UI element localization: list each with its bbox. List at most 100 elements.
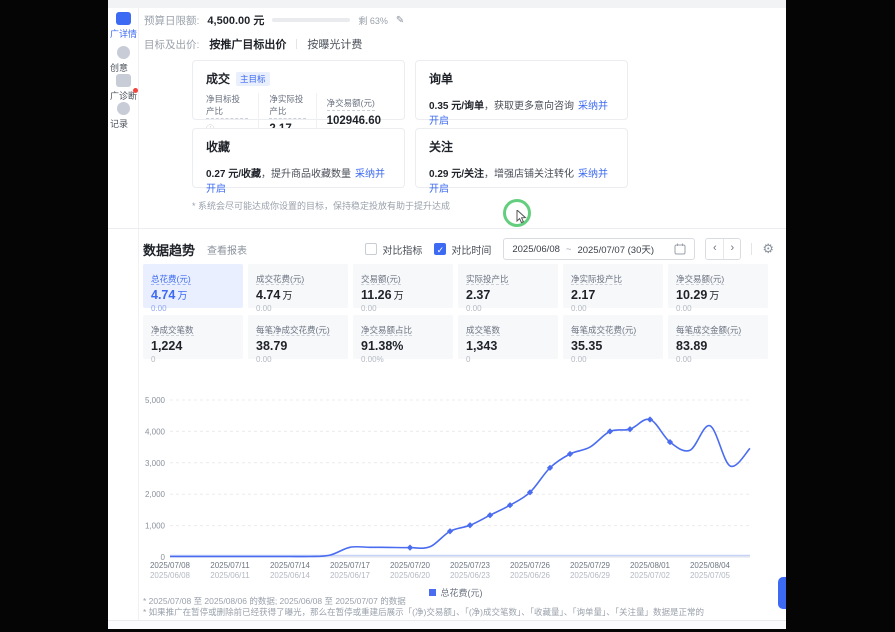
goal-card-title: 关注: [429, 138, 453, 155]
svg-text:2025/07/02: 2025/07/02: [630, 571, 671, 580]
svg-text:2025/07/14: 2025/07/14: [270, 561, 311, 570]
goal-card-follow[interactable]: 关注 0.29 元/关注，增强店铺关注转化采纳并开启: [415, 128, 628, 188]
detail-icon: [116, 12, 131, 25]
svg-text:2025/07/26: 2025/07/26: [510, 561, 551, 570]
compare-time-checkbox[interactable]: ✓ 对比时间: [434, 242, 491, 257]
footnotes: * 2025/07/08 至 2025/08/06 的数据; 2025/06/0…: [143, 596, 704, 618]
svg-text:2025/08/01: 2025/08/01: [630, 561, 671, 570]
metric-card-amount-per-order[interactable]: 每笔成交金额(元) 83.89 0.00: [668, 315, 768, 359]
notification-dot: [133, 88, 138, 93]
svg-text:1,000: 1,000: [145, 522, 166, 531]
metric-card-net-roi[interactable]: 净实际投产比 2.17 0.00: [563, 264, 663, 308]
collapsed-side-handle[interactable]: [778, 577, 786, 609]
metric-card-net-cost-per-order[interactable]: 每笔净成交花费(元) 38.79 0.00: [248, 315, 348, 359]
click-indicator-ring: [503, 199, 531, 227]
top-strip: [108, 0, 786, 8]
calendar-icon: [674, 243, 686, 255]
tab-divider: [296, 39, 297, 49]
view-report-link[interactable]: 查看报表: [207, 242, 247, 257]
goal-cards-grid: 成交 主目标 净目标投产比ⓘ 2.45 ✎ 净实际投产比 2.17 净交易额(元…: [192, 60, 628, 188]
diagnosis-icon: [116, 74, 131, 87]
screen: 广详情 创意 广诊断 记录 预算日限额: 4,500.00 元 剩 63% ✎: [0, 0, 895, 632]
section-divider: [108, 228, 786, 229]
svg-text:2025/06/14: 2025/06/14: [270, 571, 311, 580]
goal-card-title: 成交: [206, 70, 230, 87]
date-nav-buttons: ‹ ›: [705, 238, 741, 260]
date-range-input[interactable]: 2025/06/08 ~ 2025/07/07 (30天): [503, 238, 695, 260]
metric-card-net-gmv-ratio[interactable]: 净交易额占比 91.38% 0.00%: [353, 315, 453, 359]
toolbar-divider: [751, 243, 752, 255]
metric-card-gmv[interactable]: 交易额(元) 11.26万 0.00: [353, 264, 453, 308]
goal-note: * 系统会尽可能达成你设置的目标，保持稳定投放有助于提升达成: [192, 199, 450, 212]
svg-text:2025/06/08: 2025/06/08: [150, 571, 191, 580]
checkbox-checked-icon[interactable]: ✓: [434, 243, 446, 255]
svg-text:2025/06/26: 2025/06/26: [510, 571, 551, 580]
metric-card-total-spend[interactable]: 总花费(元) 4.74万 0.00: [143, 264, 243, 308]
trend-title: 数据趋势: [143, 240, 195, 259]
metric-card-orders[interactable]: 成交笔数 1,343 0: [458, 315, 558, 359]
metric-card-roi[interactable]: 实际投产比 2.37 0.00: [458, 264, 558, 308]
edit-budget-icon[interactable]: ✎: [396, 15, 404, 26]
budget-value: 4,500.00 元: [207, 12, 264, 28]
primary-goal-badge: 主目标: [236, 72, 270, 86]
goal-card-title: 询单: [429, 70, 453, 87]
sidebar-item-diagnosis[interactable]: 广诊断: [108, 74, 139, 102]
bidding-row: 目标及出价: 按推广目标出价 按曝光计费: [144, 36, 362, 52]
svg-text:2025/07/05: 2025/07/05: [690, 571, 731, 580]
legend-swatch: [429, 589, 436, 596]
budget-label: 预算日限额:: [144, 13, 199, 28]
svg-text:2025/07/23: 2025/07/23: [450, 561, 491, 570]
sidebar-item-label: 广详情: [108, 27, 139, 40]
prev-period-button[interactable]: ‹: [706, 239, 723, 259]
svg-text:4,000: 4,000: [145, 427, 166, 436]
goal-card-deal[interactable]: 成交 主目标 净目标投产比ⓘ 2.45 ✎ 净实际投产比 2.17 净交易额(元…: [192, 60, 405, 120]
tab-bid-by-exposure[interactable]: 按曝光计费: [307, 36, 362, 52]
svg-text:2025/07/20: 2025/07/20: [390, 561, 431, 570]
compare-metric-checkbox[interactable]: 对比指标: [365, 242, 422, 257]
trend-line-chart: 01,0002,0003,0004,0005,0002025/07/082025…: [143, 390, 768, 585]
date-end: 2025/07/07 (30天): [577, 242, 654, 256]
svg-text:2025/07/08: 2025/07/08: [150, 561, 191, 570]
date-start: 2025/06/08: [512, 244, 560, 255]
svg-text:2025/06/17: 2025/06/17: [330, 571, 371, 580]
next-period-button[interactable]: ›: [723, 239, 740, 259]
svg-text:2025/06/11: 2025/06/11: [210, 571, 250, 580]
budget-progress-bar: [272, 18, 350, 22]
svg-text:2025/06/20: 2025/06/20: [390, 571, 431, 580]
svg-text:2025/06/29: 2025/06/29: [570, 571, 611, 580]
svg-text:2025/07/29: 2025/07/29: [570, 561, 611, 570]
svg-text:2025/07/11: 2025/07/11: [210, 561, 250, 570]
records-icon: [117, 102, 130, 115]
svg-text:3,000: 3,000: [145, 459, 166, 468]
footnote-line2: * 如果推广在暂停或删除前已经获得了曝光，那么在暂停或重建后展示「(净)交易额」…: [143, 607, 704, 618]
metric-card-net-gmv[interactable]: 净交易额(元) 10.29万 0.00: [668, 264, 768, 308]
svg-text:5,000: 5,000: [145, 396, 166, 405]
settings-gear-icon[interactable]: ⚙: [762, 241, 774, 257]
sidebar-item-label: 创意: [108, 61, 139, 74]
svg-text:2025/07/17: 2025/07/17: [330, 561, 371, 570]
sidebar-item-label: 记录: [108, 117, 139, 130]
budget-remaining: 剩 63%: [358, 14, 388, 27]
goal-card-inquiry[interactable]: 询单 0.35 元/询单，获取更多意向咨询采纳并开启: [415, 60, 628, 120]
tab-bid-by-goal[interactable]: 按推广目标出价: [209, 36, 286, 52]
metric-card-net-orders[interactable]: 净成交笔数 1,224 0: [143, 315, 243, 359]
sidebar-item-detail[interactable]: 广详情: [108, 12, 139, 40]
sidebar-item-creative[interactable]: 创意: [108, 46, 139, 74]
metric-card-deal-spend[interactable]: 成交花费(元) 4.74万 0.00: [248, 264, 348, 308]
date-separator: ~: [566, 244, 572, 255]
bottom-strip: [108, 621, 786, 629]
creative-icon: [117, 46, 130, 59]
checkbox-unchecked-icon[interactable]: [365, 243, 377, 255]
sidebar: 广详情 创意 广诊断 记录: [108, 8, 139, 629]
metric-cards-grid: 总花费(元) 4.74万 0.00 成交花费(元) 4.74万 0.00 交易额…: [143, 264, 768, 359]
sidebar-item-records[interactable]: 记录: [108, 102, 139, 130]
daily-budget-row: 预算日限额: 4,500.00 元 剩 63% ✎: [144, 12, 404, 28]
mouse-cursor-icon: [516, 210, 528, 224]
footnote-line1: * 2025/07/08 至 2025/08/06 的数据; 2025/06/0…: [143, 596, 704, 607]
bidding-label: 目标及出价:: [144, 37, 199, 52]
svg-text:2025/06/23: 2025/06/23: [450, 571, 491, 580]
metric-card-cost-per-order[interactable]: 每笔成交花费(元) 35.35 0.00: [563, 315, 663, 359]
goal-card-favorite[interactable]: 收藏 0.27 元/收藏，提升商品收藏数量采纳并开启: [192, 128, 405, 188]
trend-header: 数据趋势 查看报表 对比指标 ✓ 对比时间 2025/06/08 ~ 2025/…: [143, 237, 774, 261]
ad-campaign-panel: 广详情 创意 广诊断 记录 预算日限额: 4,500.00 元 剩 63% ✎: [108, 0, 786, 629]
